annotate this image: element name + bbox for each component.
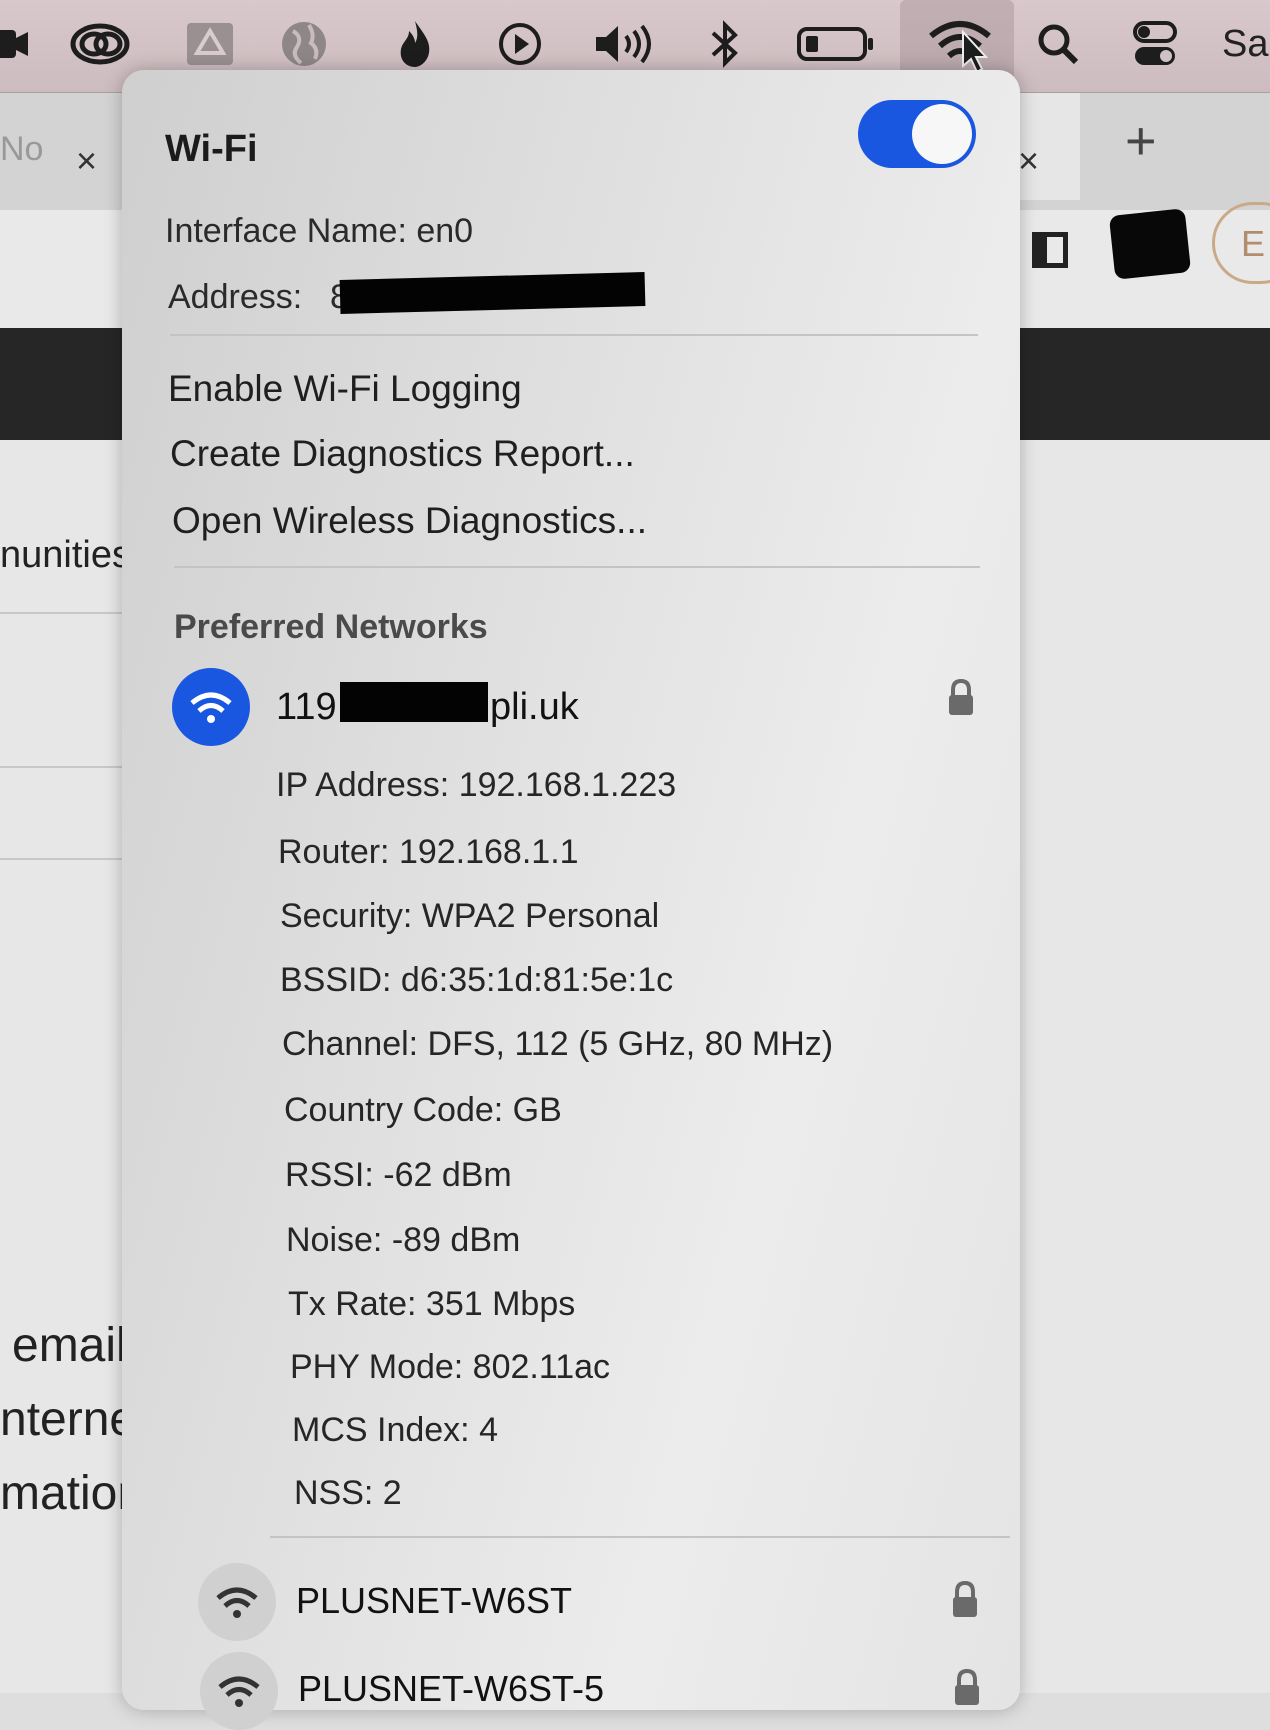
create-diagnostics-report-item[interactable]: Create Diagnostics Report...: [170, 433, 635, 475]
lock-icon: [950, 1580, 980, 1625]
wifi-toggle[interactable]: [858, 100, 976, 168]
tab-close-button[interactable]: ×: [76, 140, 97, 182]
interface-name: Interface Name: en0: [165, 212, 474, 250]
search-icon[interactable]: [1028, 14, 1088, 74]
redacted-extension-icon: [1108, 208, 1192, 280]
browser-tab-title[interactable]: No: [0, 130, 43, 169]
tab-close-button-right[interactable]: ×: [1018, 140, 1039, 182]
separator: [174, 566, 980, 568]
network-item-plusnet-w6st[interactable]: PLUSNET-W6ST: [296, 1580, 572, 1622]
current-network-name[interactable]: 119: [276, 686, 337, 729]
address-label: Address:: [168, 278, 303, 316]
control-center-icon[interactable]: [1126, 14, 1186, 74]
current-network-name-suffix[interactable]: pli.uk: [490, 686, 579, 729]
globe-icon[interactable]: [274, 14, 334, 74]
wifi-signal-icon: [172, 668, 250, 746]
page-text-fragment: nunities: [0, 534, 131, 576]
separator: [170, 334, 978, 336]
separator: [270, 1536, 1010, 1538]
divider: [0, 858, 135, 860]
tx-rate: Tx Rate: 351 Mbps: [288, 1285, 576, 1323]
country-code: Country Code: GB: [284, 1091, 562, 1129]
redaction-bar: [340, 682, 488, 722]
network-item-plusnet-w6st-5[interactable]: PLUSNET-W6ST-5: [298, 1668, 604, 1710]
sidebar-toggle-icon[interactable]: [1032, 232, 1068, 268]
divider: [0, 766, 135, 768]
toggle-knob: [912, 104, 972, 164]
router: Router: 192.168.1.1: [278, 833, 579, 871]
divider: [0, 612, 135, 614]
creative-cloud-icon[interactable]: [70, 14, 130, 74]
phy-mode: PHY Mode: 802.11ac: [290, 1348, 611, 1386]
play-icon[interactable]: [490, 14, 550, 74]
volume-icon[interactable]: [592, 14, 652, 74]
enable-wifi-logging-item[interactable]: Enable Wi-Fi Logging: [168, 368, 522, 410]
ip-address: IP Address: 192.168.1.223: [276, 766, 677, 804]
wifi-signal-icon: [198, 1563, 276, 1641]
flame-icon[interactable]: [385, 14, 445, 74]
security: Security: WPA2 Personal: [280, 897, 660, 935]
menubar-clock[interactable]: Sa: [1222, 14, 1270, 74]
nss: NSS: 2: [294, 1474, 402, 1512]
page-text-fragment: email,: [12, 1319, 141, 1372]
battery-icon[interactable]: [796, 14, 876, 74]
mcs-index: MCS Index: 4: [292, 1411, 498, 1449]
new-tab-button[interactable]: +: [1125, 110, 1157, 172]
open-wireless-diagnostics-item[interactable]: Open Wireless Diagnostics...: [172, 500, 647, 542]
bssid: BSSID: d6:35:1d:81:5e:1c: [280, 961, 674, 999]
drive-icon[interactable]: [180, 14, 240, 74]
lock-icon: [952, 1668, 982, 1713]
wifi-signal-icon: [200, 1652, 278, 1730]
preferred-networks-header: Preferred Networks: [174, 608, 488, 646]
rssi: RSSI: -62 dBm: [285, 1156, 512, 1194]
channel: Channel: DFS, 112 (5 GHz, 80 MHz): [282, 1025, 834, 1063]
wifi-icon[interactable]: [925, 14, 995, 74]
lock-icon: [946, 678, 976, 723]
bluetooth-icon[interactable]: [694, 14, 754, 74]
wifi-title: Wi-Fi: [165, 128, 258, 170]
noise: Noise: -89 dBm: [286, 1221, 521, 1259]
zoom-icon[interactable]: [0, 14, 40, 74]
